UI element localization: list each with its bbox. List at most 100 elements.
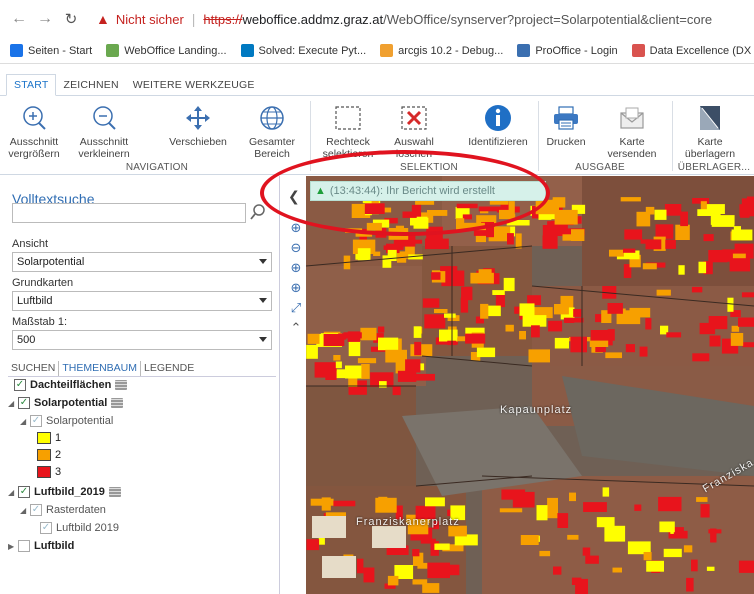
solar-cell bbox=[738, 560, 754, 573]
solar-cell bbox=[656, 289, 671, 296]
solar-cell bbox=[607, 329, 615, 341]
tree-item-luftbild-2019[interactable]: ◢ ✓ Luftbild_2019 bbox=[8, 486, 121, 498]
map-canvas[interactable]: ❮ bbox=[282, 176, 754, 594]
overlay-map-button[interactable]: Karte überlagern bbox=[678, 103, 742, 160]
chevron-up-icon[interactable]: ⌃ bbox=[287, 318, 305, 338]
tab-start[interactable]: START bbox=[6, 74, 57, 96]
expand-icon[interactable]: ◢ bbox=[20, 506, 30, 515]
tab-suchen[interactable]: SUCHEN bbox=[8, 361, 60, 376]
select-rectangle-icon bbox=[335, 106, 361, 130]
checkbox[interactable]: ✓ bbox=[18, 397, 30, 409]
expand-icon[interactable]: ◢ bbox=[20, 417, 30, 426]
checkbox[interactable]: ✓ bbox=[30, 415, 42, 427]
solar-cell bbox=[488, 305, 501, 317]
tab-weitere-werkzeuge[interactable]: WEITERE WERKZEUGE bbox=[126, 75, 262, 95]
identify-button[interactable]: Identifizieren bbox=[466, 103, 530, 148]
street-label: Franziskanerplatz bbox=[356, 516, 460, 528]
zoom-out-button[interactable]: Ausschnitt verkleinern bbox=[72, 103, 136, 160]
massstab-select[interactable]: 500 bbox=[12, 330, 272, 350]
warning-icon: ▲ bbox=[96, 11, 110, 27]
bookmark-item[interactable]: ProOffice - Login bbox=[517, 44, 618, 57]
browser-address-bar: ← → ↻ ▲ Nicht sicher | https://weboffice… bbox=[0, 0, 754, 38]
zoom-out-small-icon[interactable]: ⊖ bbox=[287, 238, 305, 258]
reload-icon[interactable]: ↻ bbox=[60, 8, 82, 30]
solar-cell bbox=[378, 326, 385, 333]
solar-cell bbox=[522, 315, 547, 327]
solar-cell bbox=[569, 492, 576, 502]
print-button[interactable]: Drucken bbox=[534, 103, 598, 148]
solar-cell bbox=[554, 304, 569, 315]
solar-cell bbox=[727, 297, 734, 312]
aerial-map[interactable] bbox=[282, 176, 754, 594]
expand-icon[interactable]: ◢ bbox=[8, 399, 18, 408]
tree-item-dachteil[interactable]: ✓ Dachteilflächen bbox=[14, 379, 128, 391]
expand-icon[interactable]: ◢ bbox=[8, 488, 18, 497]
solar-cell bbox=[378, 337, 399, 351]
solar-cell bbox=[642, 263, 657, 270]
grundkarten-select[interactable]: Luftbild bbox=[12, 291, 272, 311]
solar-cell bbox=[703, 234, 714, 242]
tab-legende[interactable]: LEGENDE bbox=[141, 361, 197, 376]
solar-cell bbox=[709, 335, 721, 347]
solar-cell bbox=[708, 316, 728, 330]
send-map-button[interactable]: Karte versenden bbox=[600, 103, 664, 160]
zoom-in-small-icon[interactable]: ⊕ bbox=[287, 258, 305, 278]
bookmark-label: Seiten - Start bbox=[28, 44, 93, 57]
solar-cell bbox=[567, 534, 579, 540]
send-map-label: Karte versenden bbox=[607, 136, 657, 160]
zoom-in-button[interactable]: Ausschnitt vergrößern bbox=[2, 103, 66, 160]
dx-icon bbox=[631, 44, 645, 57]
checkbox[interactable]: ✓ bbox=[14, 379, 26, 391]
tree-item-rasterdaten[interactable]: ◢ ✓ Rasterdaten bbox=[20, 504, 106, 516]
bookmark-label: ProOffice - Login bbox=[535, 44, 618, 57]
tree-item-luftbild-2019-sub[interactable]: ✓ Luftbild 2019 bbox=[40, 522, 119, 534]
zoom-in-small-icon[interactable]: ⊕ bbox=[287, 278, 305, 298]
expand-icon[interactable]: ▶ bbox=[8, 542, 18, 551]
checkbox[interactable]: ✓ bbox=[40, 522, 52, 534]
solar-cell bbox=[333, 500, 356, 507]
esri-icon bbox=[240, 44, 254, 57]
checkbox[interactable]: ✓ bbox=[18, 486, 30, 498]
bookmark-item[interactable]: Data Excellence (DX bbox=[631, 44, 751, 57]
street-label: Kapaunplatz bbox=[500, 404, 573, 416]
solar-cell bbox=[542, 225, 556, 238]
solar-cell bbox=[361, 364, 370, 379]
full-extent-button[interactable]: Gesamter Bereich bbox=[240, 103, 304, 160]
ribbon-divider bbox=[672, 101, 673, 171]
tree-item-solarpotential[interactable]: ◢ ✓ Solarpotential bbox=[8, 397, 124, 409]
group-ausgabe: AUSGABE bbox=[575, 162, 625, 173]
checkbox[interactable]: ✓ bbox=[30, 504, 42, 516]
solar-cell bbox=[604, 525, 626, 542]
solar-cell bbox=[708, 529, 722, 534]
url-field[interactable]: https://weboffice.addmz.graz.at/WebOffic… bbox=[203, 12, 712, 27]
solar-cell bbox=[307, 333, 320, 344]
full-extent-small-icon[interactable]: ⤢ bbox=[287, 298, 305, 318]
back-icon[interactable]: ← bbox=[8, 8, 30, 30]
bookmark-item[interactable]: arcgis 10.2 - Debug... bbox=[380, 44, 503, 57]
tab-themenbaum[interactable]: THEMENBAUM bbox=[59, 361, 142, 376]
bookmark-item[interactable]: Solved: Execute Pyt... bbox=[240, 44, 366, 57]
tree-label: Luftbild_2019 bbox=[34, 486, 105, 498]
tree-item-solarpotential-sub[interactable]: ◢ ✓ Solarpotential bbox=[20, 415, 113, 427]
solar-cell bbox=[645, 318, 652, 330]
forward-icon[interactable]: → bbox=[34, 8, 56, 30]
solar-cell bbox=[413, 326, 422, 338]
bookmark-item[interactable]: Seiten - Start bbox=[10, 44, 92, 57]
security-warning[interactable]: ▲ Nicht sicher bbox=[96, 11, 184, 27]
solar-cell bbox=[696, 497, 708, 502]
legend-item: 2 bbox=[37, 449, 61, 461]
solar-cell bbox=[328, 363, 337, 371]
pan-button[interactable]: Verschieben bbox=[166, 103, 230, 148]
bookmark-item[interactable]: WebOffice Landing... bbox=[106, 44, 227, 57]
fulltext-search-input[interactable] bbox=[12, 203, 246, 223]
tab-zeichnen[interactable]: ZEICHNEN bbox=[56, 75, 125, 95]
tree-label: Luftbild bbox=[34, 540, 75, 552]
solar-cell bbox=[741, 292, 754, 298]
tree-item-luftbild[interactable]: ▶ Luftbild bbox=[8, 540, 74, 552]
solar-cell bbox=[515, 233, 522, 249]
tree-label: Luftbild 2019 bbox=[56, 522, 119, 534]
checkbox[interactable] bbox=[18, 540, 30, 552]
solar-cell bbox=[414, 341, 422, 356]
solar-cell bbox=[640, 239, 650, 244]
ansicht-select[interactable]: Solarpotential bbox=[12, 252, 272, 272]
